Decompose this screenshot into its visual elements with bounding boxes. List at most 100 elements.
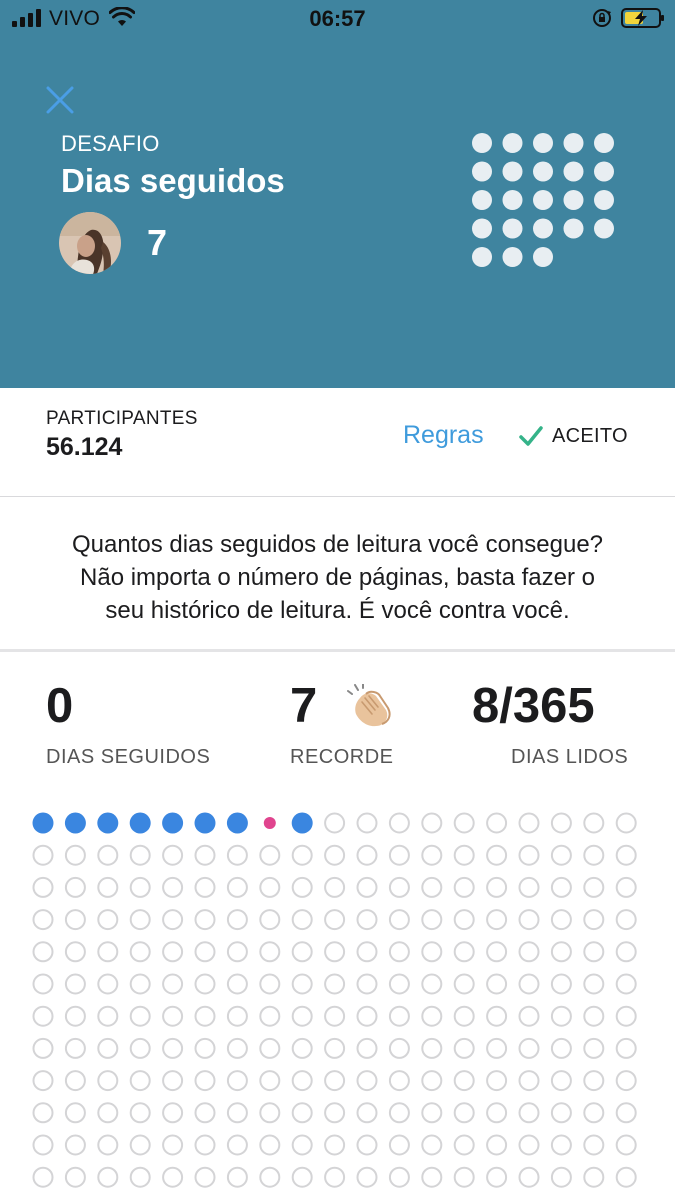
day-empty-dot[interactable] [615, 1166, 637, 1188]
day-empty-dot[interactable] [486, 909, 508, 931]
day-empty-dot[interactable] [194, 1005, 216, 1027]
day-empty-dot[interactable] [32, 1070, 54, 1092]
avatar[interactable] [59, 212, 121, 274]
day-empty-dot[interactable] [550, 1070, 572, 1092]
day-empty-dot[interactable] [583, 1134, 605, 1156]
day-empty-dot[interactable] [226, 1134, 248, 1156]
day-empty-dot[interactable] [129, 1070, 151, 1092]
day-empty-dot[interactable] [486, 1102, 508, 1124]
day-empty-dot[interactable] [453, 1102, 475, 1124]
day-empty-dot[interactable] [583, 876, 605, 898]
day-empty-dot[interactable] [324, 812, 346, 834]
day-empty-dot[interactable] [550, 1166, 572, 1188]
day-empty-dot[interactable] [486, 1037, 508, 1059]
day-empty-dot[interactable] [486, 876, 508, 898]
day-empty-dot[interactable] [226, 973, 248, 995]
day-empty-dot[interactable] [226, 941, 248, 963]
day-today-dot[interactable] [263, 817, 276, 829]
day-empty-dot[interactable] [162, 1102, 184, 1124]
day-empty-dot[interactable] [583, 1070, 605, 1092]
day-empty-dot[interactable] [453, 1070, 475, 1092]
day-empty-dot[interactable] [583, 1037, 605, 1059]
day-empty-dot[interactable] [486, 1070, 508, 1092]
day-empty-dot[interactable] [486, 1166, 508, 1188]
day-empty-dot[interactable] [162, 1037, 184, 1059]
day-empty-dot[interactable] [97, 1070, 119, 1092]
day-empty-dot[interactable] [421, 1005, 443, 1027]
day-empty-dot[interactable] [259, 876, 281, 898]
day-empty-dot[interactable] [97, 941, 119, 963]
day-empty-dot[interactable] [97, 1102, 119, 1124]
day-empty-dot[interactable] [291, 941, 313, 963]
day-empty-dot[interactable] [162, 973, 184, 995]
day-empty-dot[interactable] [550, 876, 572, 898]
day-read-dot[interactable] [226, 812, 248, 834]
day-empty-dot[interactable] [64, 1005, 86, 1027]
day-empty-dot[interactable] [453, 973, 475, 995]
day-empty-dot[interactable] [64, 1166, 86, 1188]
day-empty-dot[interactable] [226, 876, 248, 898]
day-empty-dot[interactable] [583, 973, 605, 995]
day-empty-dot[interactable] [453, 1037, 475, 1059]
day-empty-dot[interactable] [518, 1102, 540, 1124]
day-empty-dot[interactable] [64, 1134, 86, 1156]
day-empty-dot[interactable] [388, 1134, 410, 1156]
day-empty-dot[interactable] [162, 1005, 184, 1027]
day-empty-dot[interactable] [486, 973, 508, 995]
day-empty-dot[interactable] [453, 812, 475, 834]
day-empty-dot[interactable] [486, 1005, 508, 1027]
day-empty-dot[interactable] [356, 1102, 378, 1124]
day-empty-dot[interactable] [32, 844, 54, 866]
day-empty-dot[interactable] [356, 973, 378, 995]
day-empty-dot[interactable] [97, 876, 119, 898]
day-empty-dot[interactable] [226, 1005, 248, 1027]
day-empty-dot[interactable] [550, 1005, 572, 1027]
day-empty-dot[interactable] [129, 844, 151, 866]
day-empty-dot[interactable] [64, 844, 86, 866]
day-empty-dot[interactable] [129, 1166, 151, 1188]
day-empty-dot[interactable] [388, 1005, 410, 1027]
day-empty-dot[interactable] [453, 1005, 475, 1027]
day-empty-dot[interactable] [129, 941, 151, 963]
day-empty-dot[interactable] [615, 941, 637, 963]
day-empty-dot[interactable] [291, 1134, 313, 1156]
day-empty-dot[interactable] [64, 1102, 86, 1124]
day-empty-dot[interactable] [97, 844, 119, 866]
day-empty-dot[interactable] [550, 1037, 572, 1059]
day-empty-dot[interactable] [615, 909, 637, 931]
day-empty-dot[interactable] [453, 909, 475, 931]
day-empty-dot[interactable] [583, 1102, 605, 1124]
day-empty-dot[interactable] [388, 941, 410, 963]
day-read-dot[interactable] [129, 812, 151, 834]
day-empty-dot[interactable] [615, 812, 637, 834]
day-empty-dot[interactable] [356, 909, 378, 931]
day-empty-dot[interactable] [388, 909, 410, 931]
day-empty-dot[interactable] [97, 1166, 119, 1188]
day-empty-dot[interactable] [356, 1005, 378, 1027]
day-empty-dot[interactable] [550, 1134, 572, 1156]
day-empty-dot[interactable] [421, 876, 443, 898]
day-empty-dot[interactable] [259, 1005, 281, 1027]
day-empty-dot[interactable] [291, 1005, 313, 1027]
day-empty-dot[interactable] [32, 909, 54, 931]
day-read-dot[interactable] [32, 812, 54, 834]
day-empty-dot[interactable] [518, 973, 540, 995]
day-empty-dot[interactable] [324, 1005, 346, 1027]
day-empty-dot[interactable] [421, 909, 443, 931]
day-empty-dot[interactable] [259, 1102, 281, 1124]
day-empty-dot[interactable] [356, 1166, 378, 1188]
day-empty-dot[interactable] [518, 1134, 540, 1156]
day-empty-dot[interactable] [453, 941, 475, 963]
day-empty-dot[interactable] [615, 1134, 637, 1156]
day-empty-dot[interactable] [194, 909, 216, 931]
day-empty-dot[interactable] [615, 1037, 637, 1059]
day-empty-dot[interactable] [162, 1134, 184, 1156]
day-read-dot[interactable] [97, 812, 119, 834]
day-empty-dot[interactable] [32, 1037, 54, 1059]
day-empty-dot[interactable] [583, 909, 605, 931]
day-empty-dot[interactable] [615, 844, 637, 866]
day-empty-dot[interactable] [453, 1134, 475, 1156]
day-empty-dot[interactable] [129, 973, 151, 995]
day-empty-dot[interactable] [356, 1037, 378, 1059]
day-empty-dot[interactable] [291, 844, 313, 866]
